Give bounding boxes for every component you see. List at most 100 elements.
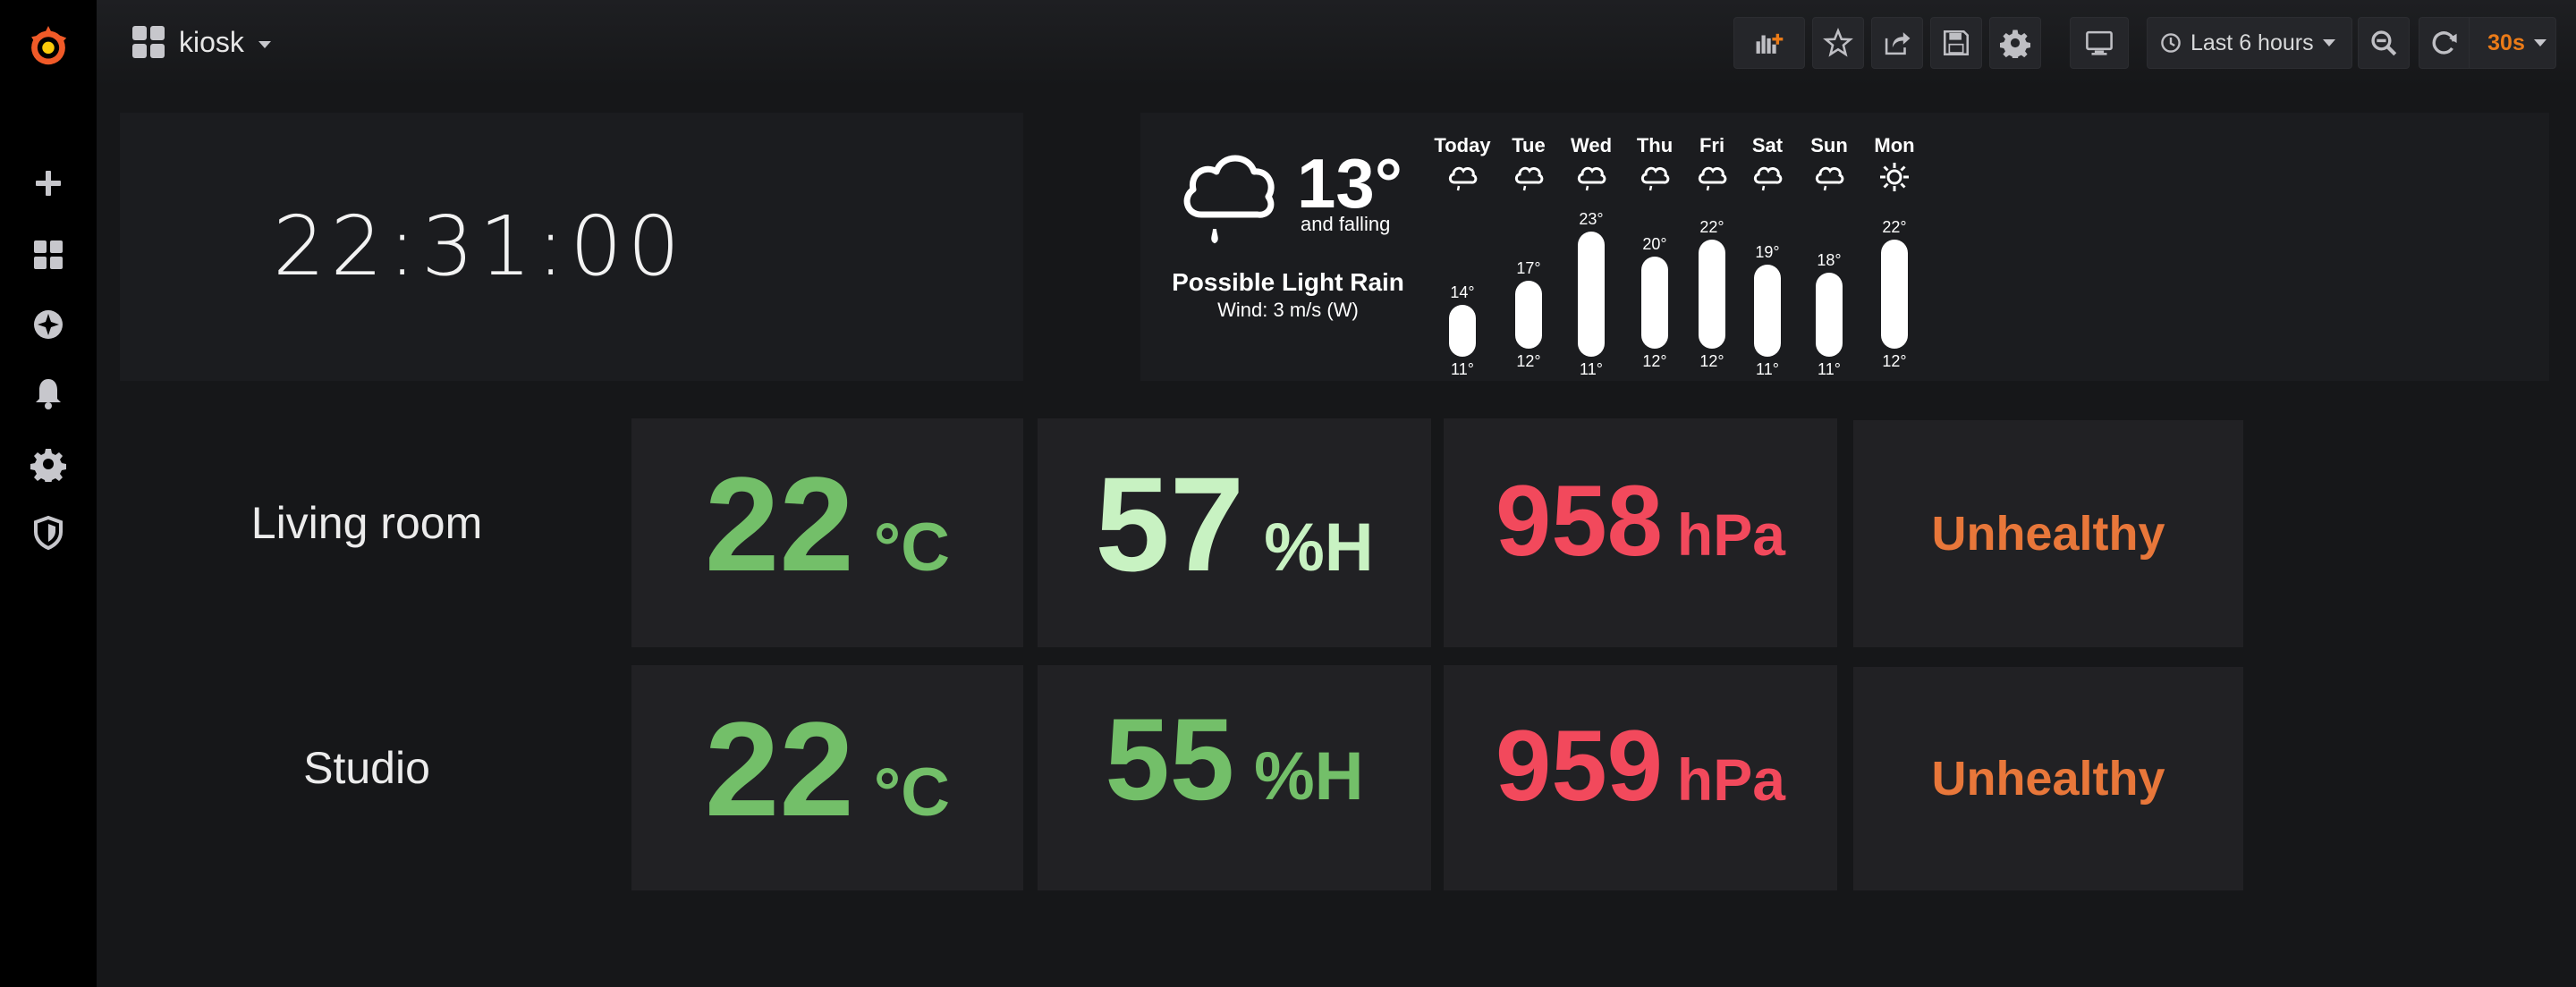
forecast-low: 11° — [1756, 359, 1779, 378]
forecast-high: 22° — [1699, 218, 1724, 237]
sidebar — [0, 0, 97, 987]
humidity-unit: %H — [1254, 738, 1364, 814]
forecast-temperature-bar — [1641, 256, 1668, 349]
humidity-value: 57 — [1095, 449, 1245, 599]
gear-icon — [2000, 30, 2030, 58]
pressure-stat: 958 hPa — [1444, 463, 1837, 578]
forecast-day-label: Fri — [1699, 134, 1725, 156]
forecast-day: Thu 20° 12° — [1623, 134, 1686, 370]
forecast-day-label: Today — [1434, 134, 1491, 156]
star-dashboard-button[interactable] — [1812, 17, 1864, 69]
dashboard-settings-button[interactable] — [1989, 17, 2041, 69]
room-label: Studio — [303, 743, 430, 793]
monitor-icon — [2086, 30, 2113, 55]
rain-cloud-icon — [1751, 161, 1784, 193]
refresh-icon — [2432, 31, 2457, 55]
forecast-temperature-bar — [1881, 240, 1908, 349]
zoom-out-button[interactable] — [2358, 17, 2410, 69]
forecast-day: Sun 18° 11° — [1798, 134, 1860, 378]
air-quality-value: Unhealthy — [1931, 507, 2165, 561]
forecast-temperature-bar — [1699, 240, 1725, 349]
cycle-view-mode-button[interactable] — [2070, 17, 2129, 69]
forecast-high: 20° — [1642, 234, 1667, 253]
rain-cloud-icon — [1513, 161, 1545, 193]
refresh-interval-label: 30s — [2487, 30, 2525, 55]
pressure-value: 958 — [1496, 465, 1663, 577]
forecast-high: 23° — [1579, 210, 1604, 229]
room-label: Living room — [250, 498, 483, 548]
forecast-low: 11° — [1451, 359, 1474, 378]
forecast-day-label: Tue — [1512, 134, 1546, 156]
clock-time: 22:31:00 — [273, 198, 686, 294]
forecast-day-label: Mon — [1874, 134, 1915, 156]
dashboards-icon[interactable] — [21, 228, 75, 282]
pressure-stat: 959 hPa — [1444, 708, 1837, 823]
time-range-label: Last 6 hours — [2190, 30, 2314, 55]
temperature-stat: 22 °C — [631, 692, 1023, 847]
forecast-temperature-bar — [1449, 305, 1476, 357]
time-range-picker[interactable]: Last 6 hours — [2147, 17, 2352, 69]
forecast-day-label: Wed — [1570, 134, 1613, 156]
pressure-unit: hPa — [1676, 747, 1785, 813]
sun-icon — [1878, 161, 1911, 193]
forecast-temperature-bar — [1754, 264, 1781, 357]
rain-cloud-icon — [1575, 161, 1607, 193]
dashboard-navbar: kiosk Last 6 hours 30s — [97, 0, 2576, 86]
humidity-unit: %H — [1264, 510, 1374, 586]
pressure-value: 959 — [1496, 710, 1663, 822]
forecast-day-label: Sun — [1810, 134, 1848, 156]
forecast-low: 12° — [1699, 351, 1724, 370]
forecast-low: 11° — [1580, 359, 1603, 378]
forecast-temperature-bar — [1816, 272, 1843, 357]
wind-info: Wind: 3 m/s (W) — [1217, 299, 1359, 321]
temperature-stat: 22 °C — [631, 447, 1023, 602]
chevron-down-icon — [2533, 39, 2546, 46]
add-panel-icon — [1756, 33, 1784, 54]
air-quality-value: Unhealthy — [1931, 752, 2165, 806]
rain-cloud-icon — [1179, 141, 1277, 249]
humidity-value: 55 — [1105, 694, 1235, 824]
save-icon — [1943, 30, 1970, 56]
forecast-high: 22° — [1882, 218, 1907, 237]
forecast-high: 14° — [1450, 283, 1475, 302]
shield-icon[interactable] — [21, 506, 75, 560]
clock-icon — [2161, 33, 2181, 53]
forecast-day: Tue 17° 12° — [1497, 134, 1560, 370]
forecast-high: 18° — [1817, 250, 1842, 269]
rain-cloud-icon — [1813, 161, 1845, 193]
forecast-day-label: Thu — [1636, 134, 1674, 156]
humidity-stat: 57 %H — [1038, 447, 1431, 602]
temperature-trend: and falling — [1301, 213, 1391, 235]
add-panel-button[interactable] — [1733, 17, 1805, 69]
explore-compass-icon[interactable] — [21, 298, 75, 351]
dashboard-grid-icon — [132, 26, 165, 58]
share-dashboard-button[interactable] — [1871, 17, 1923, 69]
weather-condition: Possible Light Rain — [1172, 268, 1404, 296]
forecast-day: Wed 23° 11° — [1560, 134, 1623, 378]
alerting-bell-icon[interactable] — [21, 367, 75, 420]
grafana-logo-icon[interactable] — [21, 20, 75, 73]
zoom-out-icon — [2371, 30, 2397, 56]
star-icon — [1823, 28, 1853, 57]
chevron-down-icon — [2322, 39, 2335, 46]
forecast-low: 12° — [1882, 351, 1907, 370]
chevron-down-icon — [258, 41, 271, 48]
forecast-day: Mon 22° 12° — [1863, 134, 1926, 370]
rain-cloud-icon — [1696, 161, 1728, 193]
humidity-stat: 55 %H — [1038, 692, 1431, 826]
configuration-gear-icon[interactable] — [21, 437, 75, 491]
rain-cloud-icon — [1639, 161, 1671, 193]
plus-icon[interactable] — [21, 156, 75, 210]
save-dashboard-button[interactable] — [1930, 17, 1982, 69]
forecast-high: 17° — [1516, 259, 1541, 277]
refresh-interval-picker[interactable]: 30s — [2469, 17, 2556, 69]
forecast-day-label: Sat — [1751, 134, 1784, 156]
dashboard-title: kiosk — [179, 25, 244, 58]
pressure-unit: hPa — [1676, 502, 1785, 568]
refresh-button[interactable] — [2419, 17, 2469, 69]
forecast-low: 12° — [1516, 351, 1541, 370]
dashboard-title-picker[interactable]: kiosk — [132, 20, 271, 64]
temperature-value: 22 — [704, 694, 854, 844]
forecast-low: 12° — [1642, 351, 1667, 370]
forecast-temperature-bar — [1578, 232, 1605, 357]
